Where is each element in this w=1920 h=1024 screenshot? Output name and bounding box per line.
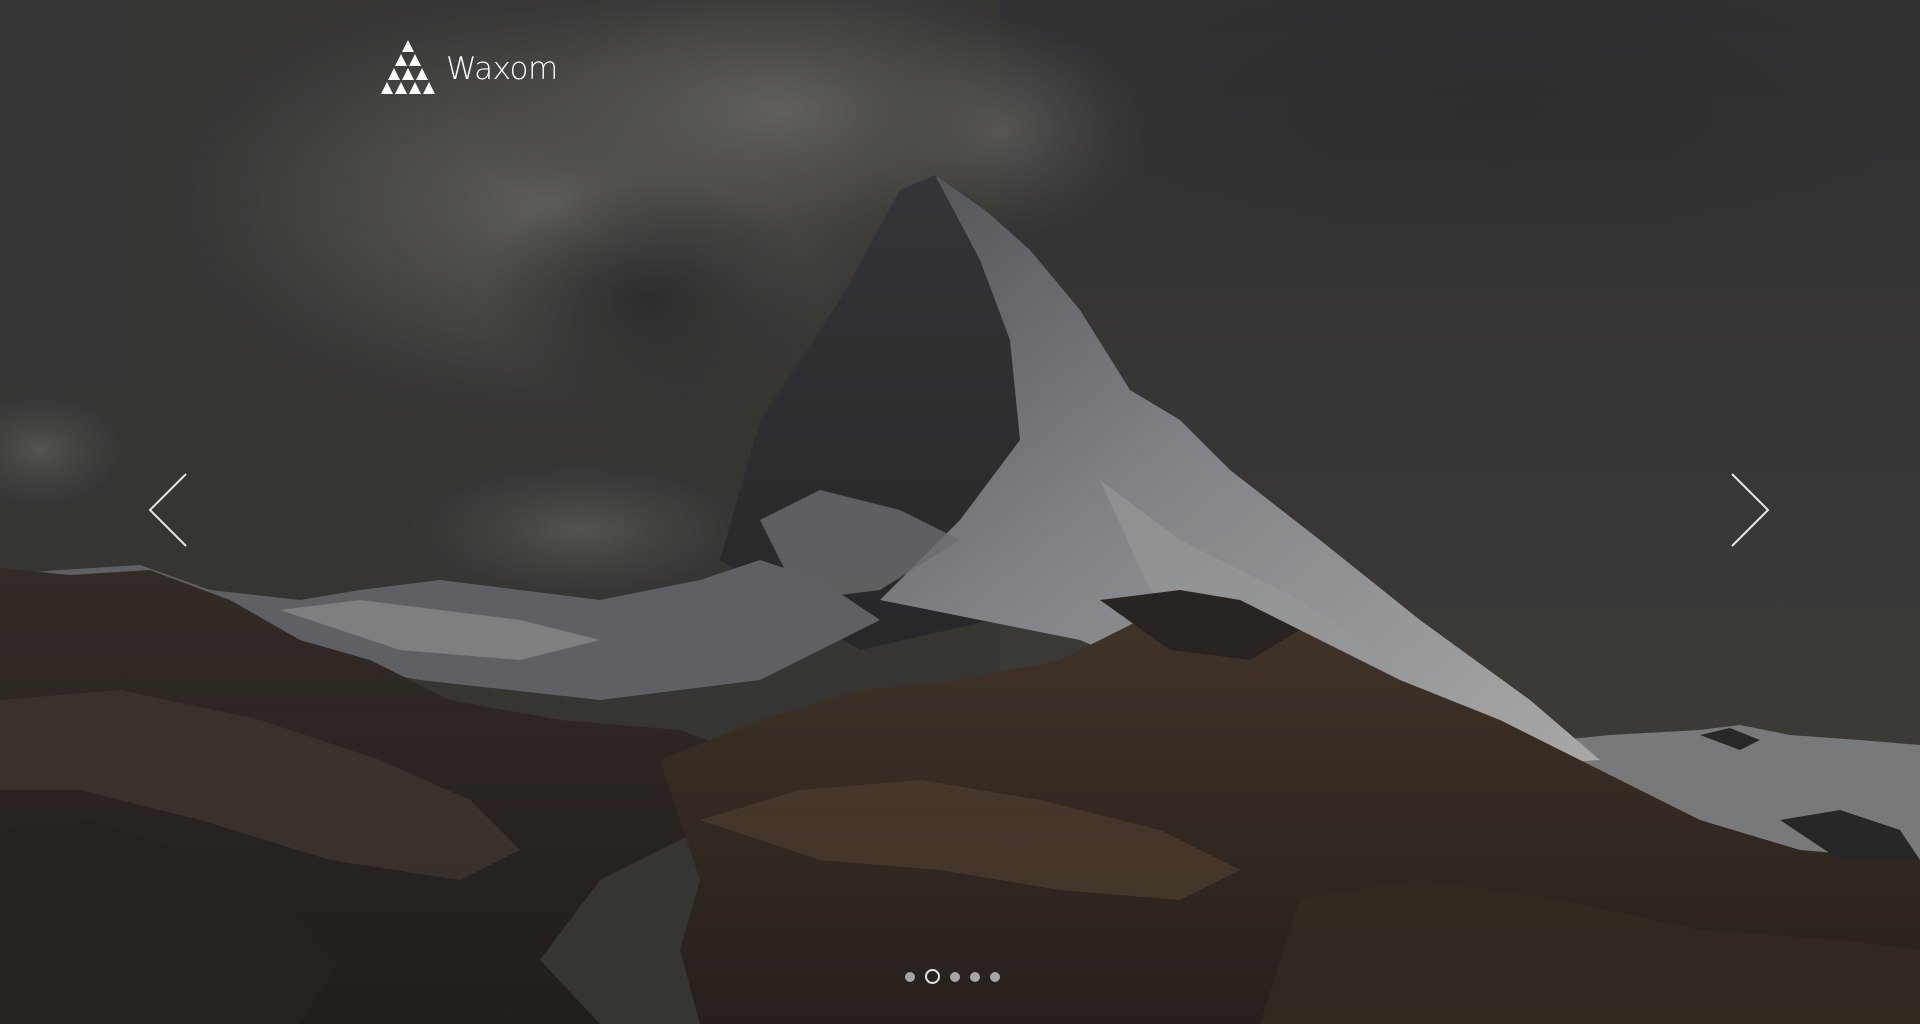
hero-background-image [0,0,1920,1024]
slider-pagination [905,969,1000,984]
slider-dot-2-active[interactable] [925,969,940,984]
chevron-right-icon [1731,473,1770,547]
slider-dot-3[interactable] [950,971,960,982]
brand-logo-link[interactable]: Waxom [376,38,558,96]
triangle-logo-icon [381,40,435,94]
slider-prev-button[interactable] [146,470,194,550]
slider-dot-1[interactable] [905,971,915,982]
slider-dot-5[interactable] [990,971,1000,982]
slider-dot-4[interactable] [970,971,980,982]
hero-slider: Waxom [0,0,1920,1024]
chevron-left-icon [148,473,187,547]
brand-name: Waxom [446,50,558,87]
slider-next-button[interactable] [1724,470,1772,550]
